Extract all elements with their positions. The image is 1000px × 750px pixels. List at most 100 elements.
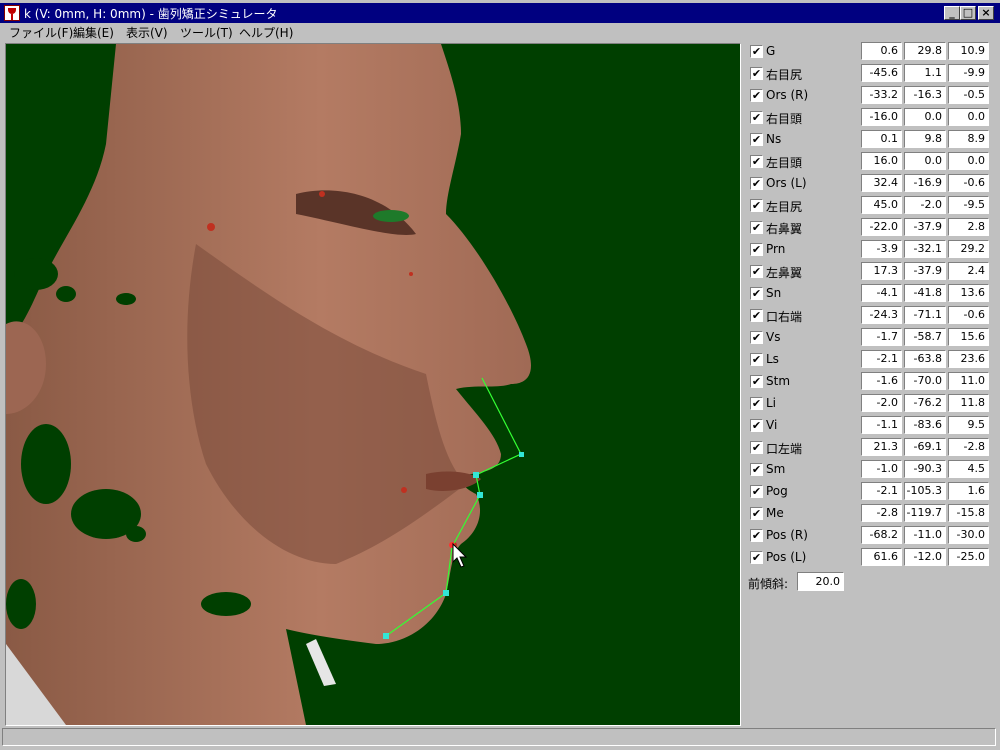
landmark-checkbox[interactable]: ✔ (750, 397, 763, 410)
landmark-checkbox[interactable]: ✔ (750, 309, 763, 322)
maximize-button[interactable]: □ (960, 6, 976, 20)
landmark-x-field[interactable]: -45.6 (861, 64, 902, 82)
menu-help[interactable]: ヘルプ(H) (239, 24, 293, 41)
landmark-z-field[interactable]: 11.0 (948, 372, 989, 390)
landmark-x-field[interactable]: 0.6 (861, 42, 902, 60)
landmark-z-field[interactable]: -15.8 (948, 504, 989, 522)
landmark-checkbox[interactable]: ✔ (750, 221, 763, 234)
landmark-x-field[interactable]: 61.6 (861, 548, 902, 566)
landmark-z-field[interactable]: 13.6 (948, 284, 989, 302)
landmark-checkbox[interactable]: ✔ (750, 551, 763, 564)
landmark-z-field[interactable]: -9.9 (948, 64, 989, 82)
landmark-x-field[interactable]: 16.0 (861, 152, 902, 170)
landmark-y-field[interactable]: -41.8 (904, 284, 946, 302)
landmark-x-field[interactable]: -1.1 (861, 416, 902, 434)
landmark-y-field[interactable]: -119.7 (904, 504, 946, 522)
landmark-checkbox[interactable]: ✔ (750, 67, 763, 80)
app-icon[interactable] (4, 5, 20, 21)
landmark-z-field[interactable]: -0.5 (948, 86, 989, 104)
3d-face-viewport[interactable] (5, 43, 741, 726)
landmark-checkbox[interactable]: ✔ (750, 155, 763, 168)
landmark-x-field[interactable]: -22.0 (861, 218, 902, 236)
profile-line-overlay[interactable] (6, 44, 740, 725)
landmark-z-field[interactable]: 1.6 (948, 482, 989, 500)
landmark-y-field[interactable]: -11.0 (904, 526, 946, 544)
landmark-z-field[interactable]: 0.0 (948, 152, 989, 170)
landmark-checkbox[interactable]: ✔ (750, 485, 763, 498)
landmark-z-field[interactable]: 2.4 (948, 262, 989, 280)
landmark-checkbox[interactable]: ✔ (750, 419, 763, 432)
landmark-checkbox[interactable]: ✔ (750, 353, 763, 366)
title-bar[interactable]: k (V: 0mm, H: 0mm) - 歯列矯正シミュレータ _ □ × (0, 3, 1000, 23)
landmark-x-field[interactable]: -3.9 (861, 240, 902, 258)
landmark-y-field[interactable]: -37.9 (904, 218, 946, 236)
landmark-x-field[interactable]: 17.3 (861, 262, 902, 280)
landmark-y-field[interactable]: -63.8 (904, 350, 946, 368)
landmark-checkbox[interactable]: ✔ (750, 529, 763, 542)
menu-tools[interactable]: ツール(T) (180, 24, 233, 41)
landmark-y-field[interactable]: -90.3 (904, 460, 946, 478)
landmark-y-field[interactable]: 29.8 (904, 42, 946, 60)
landmark-y-field[interactable]: -83.6 (904, 416, 946, 434)
landmark-x-field[interactable]: -2.1 (861, 482, 902, 500)
landmark-checkbox[interactable]: ✔ (750, 89, 763, 102)
landmark-x-field[interactable]: -1.6 (861, 372, 902, 390)
landmark-y-field[interactable]: 9.8 (904, 130, 946, 148)
landmark-x-field[interactable]: -24.3 (861, 306, 902, 324)
landmark-y-field[interactable]: -12.0 (904, 548, 946, 566)
landmark-y-field[interactable]: -71.1 (904, 306, 946, 324)
landmark-x-field[interactable]: -33.2 (861, 86, 902, 104)
landmark-z-field[interactable]: -2.8 (948, 438, 989, 456)
landmark-y-field[interactable]: -58.7 (904, 328, 946, 346)
landmark-y-field[interactable]: 0.0 (904, 152, 946, 170)
landmark-y-field[interactable]: -69.1 (904, 438, 946, 456)
landmark-z-field[interactable]: 8.9 (948, 130, 989, 148)
landmark-x-field[interactable]: -2.8 (861, 504, 902, 522)
minimize-button[interactable]: _ (944, 6, 960, 20)
landmark-z-field[interactable]: 0.0 (948, 108, 989, 126)
landmark-z-field[interactable]: 10.9 (948, 42, 989, 60)
landmark-checkbox[interactable]: ✔ (750, 243, 763, 256)
landmark-checkbox[interactable]: ✔ (750, 375, 763, 388)
landmark-x-field[interactable]: -2.1 (861, 350, 902, 368)
menu-edit[interactable]: 編集(E) (73, 24, 114, 41)
landmark-checkbox[interactable]: ✔ (750, 507, 763, 520)
landmark-z-field[interactable]: 4.5 (948, 460, 989, 478)
landmark-z-field[interactable]: -30.0 (948, 526, 989, 544)
menu-view[interactable]: 表示(V) (126, 24, 168, 41)
landmark-z-field[interactable]: 9.5 (948, 416, 989, 434)
landmark-checkbox[interactable]: ✔ (750, 265, 763, 278)
landmark-checkbox[interactable]: ✔ (750, 287, 763, 300)
landmark-y-field[interactable]: -32.1 (904, 240, 946, 258)
landmark-z-field[interactable]: 29.2 (948, 240, 989, 258)
landmark-y-field[interactable]: -105.3 (904, 482, 946, 500)
landmark-x-field[interactable]: -1.7 (861, 328, 902, 346)
landmark-x-field[interactable]: -1.0 (861, 460, 902, 478)
landmark-checkbox[interactable]: ✔ (750, 177, 763, 190)
landmark-checkbox[interactable]: ✔ (750, 111, 763, 124)
landmark-z-field[interactable]: 2.8 (948, 218, 989, 236)
landmark-x-field[interactable]: 21.3 (861, 438, 902, 456)
landmark-z-field[interactable]: -25.0 (948, 548, 989, 566)
landmark-checkbox[interactable]: ✔ (750, 331, 763, 344)
landmark-y-field[interactable]: -2.0 (904, 196, 946, 214)
landmark-y-field[interactable]: -70.0 (904, 372, 946, 390)
landmark-z-field[interactable]: -9.5 (948, 196, 989, 214)
landmark-z-field[interactable]: 11.8 (948, 394, 989, 412)
landmark-x-field[interactable]: 45.0 (861, 196, 902, 214)
menu-file[interactable]: ファイル(F) (9, 24, 73, 41)
landmark-y-field[interactable]: 0.0 (904, 108, 946, 126)
landmark-y-field[interactable]: -16.9 (904, 174, 946, 192)
landmark-y-field[interactable]: -76.2 (904, 394, 946, 412)
landmark-y-field[interactable]: -37.9 (904, 262, 946, 280)
landmark-y-field[interactable]: -16.3 (904, 86, 946, 104)
landmark-checkbox[interactable]: ✔ (750, 45, 763, 58)
landmark-checkbox[interactable]: ✔ (750, 199, 763, 212)
landmark-y-field[interactable]: 1.1 (904, 64, 946, 82)
landmark-x-field[interactable]: -4.1 (861, 284, 902, 302)
landmark-checkbox[interactable]: ✔ (750, 133, 763, 146)
landmark-x-field[interactable]: -68.2 (861, 526, 902, 544)
close-button[interactable]: × (978, 6, 994, 20)
landmark-z-field[interactable]: 15.6 (948, 328, 989, 346)
landmark-x-field[interactable]: 32.4 (861, 174, 902, 192)
